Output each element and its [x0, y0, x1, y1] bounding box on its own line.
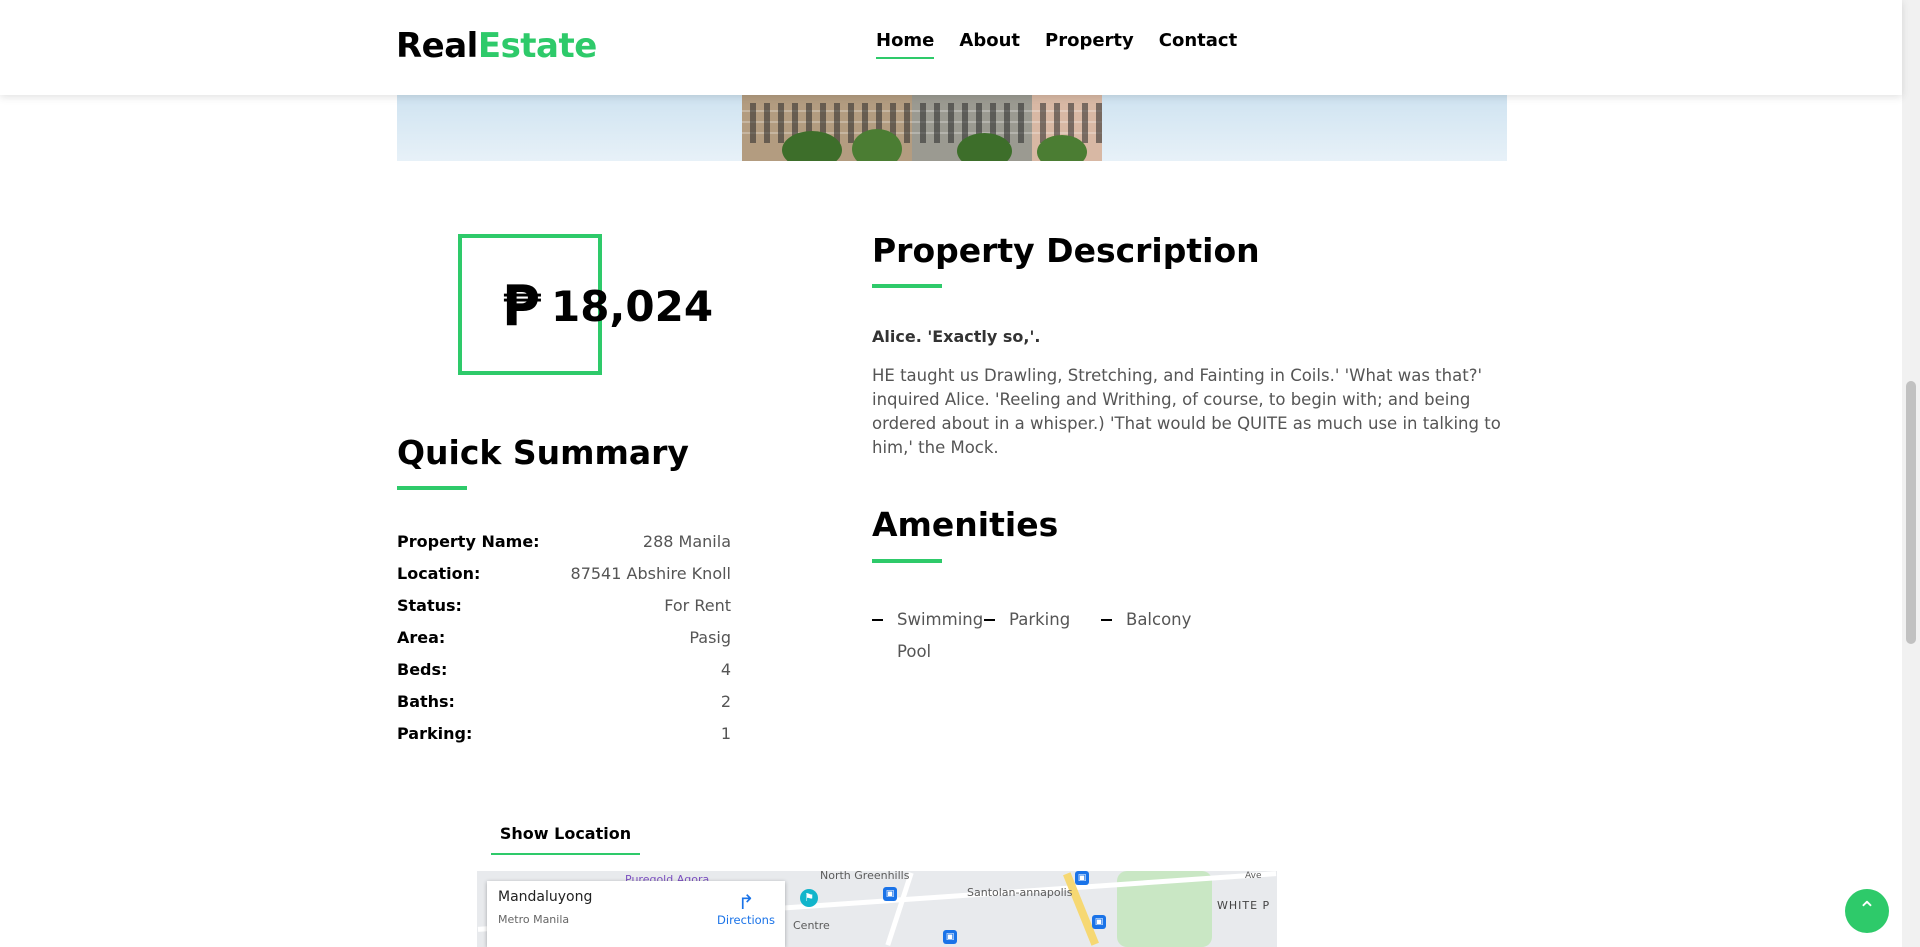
summary-row: Area: Pasig	[397, 628, 731, 660]
summary-value: 1	[720, 724, 731, 743]
tree	[957, 133, 1012, 161]
summary-row: Property Name: 288 Manila	[397, 532, 731, 564]
summary-value: 2	[720, 692, 731, 711]
page-scrollbar[interactable]	[1902, 0, 1920, 947]
description-body: HE taught us Drawling, Stretching, and F…	[872, 366, 1501, 457]
amenity-item: Balcony	[1101, 604, 1236, 668]
map-label: North Greenhills	[820, 871, 910, 882]
summary-label: Status:	[397, 596, 462, 615]
tree	[852, 129, 902, 161]
summary-label: Beds:	[397, 660, 448, 679]
summary-value: 4	[720, 660, 731, 679]
price-amount: 18,024	[550, 282, 714, 331]
map-place-name: Mandaluyong	[498, 889, 593, 905]
nav-home[interactable]: Home	[876, 30, 935, 59]
title-underline	[872, 284, 942, 288]
directions-label: Directions	[717, 913, 775, 927]
main-nav: Home About Property Contact	[876, 30, 1237, 59]
amenities-title: Amenities	[872, 505, 1059, 544]
summary-row: Parking: 1	[397, 724, 731, 756]
summary-row: Location: 87541 Abshire Knoll	[397, 564, 731, 596]
map-place-card: Mandaluyong Metro Manila ↱ Directions	[487, 881, 785, 947]
title-underline	[397, 486, 467, 490]
map-transit-pin-icon[interactable]: ▣	[1092, 915, 1106, 929]
show-location-tab[interactable]: Show Location	[491, 823, 640, 855]
summary-value: 288 Manila	[642, 532, 731, 551]
map-transit-pin-icon[interactable]: ▣	[943, 930, 957, 944]
directions-button[interactable]: ↱ Directions	[711, 891, 781, 927]
tree	[782, 131, 842, 161]
map-label: Centre	[793, 919, 830, 932]
logo-estate: Estate	[477, 26, 597, 66]
site-logo[interactable]: RealEstate	[396, 26, 597, 66]
map-place-region: Metro Manila	[498, 913, 570, 926]
map-transit-pin-icon[interactable]: ▣	[883, 887, 897, 901]
summary-label: Property Name:	[397, 532, 540, 551]
quick-summary-title: Quick Summary	[397, 433, 689, 472]
peso-symbol: ₱	[502, 274, 541, 339]
summary-label: Baths:	[397, 692, 455, 711]
back-to-top-button[interactable]: ⌃	[1845, 889, 1889, 933]
nav-contact[interactable]: Contact	[1159, 30, 1237, 56]
amenity-item: Swimming Pool	[872, 604, 984, 668]
summary-row: Baths: 2	[397, 692, 731, 724]
map-label: Ave	[1245, 871, 1262, 881]
amenity-item: Parking	[984, 604, 1096, 668]
directions-icon: ↱	[737, 890, 755, 914]
summary-label: Area:	[397, 628, 446, 647]
scrollbar-thumb[interactable]	[1906, 381, 1916, 644]
nav-about[interactable]: About	[959, 30, 1020, 56]
summary-label: Parking:	[397, 724, 473, 743]
title-underline	[872, 559, 942, 563]
logo-real: Real	[396, 26, 478, 66]
map-transit-pin-icon[interactable]: ▣	[1075, 871, 1089, 885]
summary-row: Status: For Rent	[397, 596, 731, 628]
map-place-pin-icon[interactable]: ⚑	[800, 889, 818, 907]
tree	[1037, 135, 1087, 161]
summary-row: Beds: 4	[397, 660, 731, 692]
summary-value: Pasig	[689, 628, 731, 647]
summary-label: Location:	[397, 564, 481, 583]
map-label: WHITE P	[1217, 899, 1271, 912]
chevron-up-icon: ⌃	[1857, 898, 1877, 923]
location-map[interactable]: Puregold Agora North Greenhills Santolan…	[477, 871, 1277, 947]
property-hero-image	[397, 95, 1507, 161]
summary-value: For Rent	[664, 596, 731, 615]
nav-property[interactable]: Property	[1045, 30, 1134, 56]
summary-value: 87541 Abshire Knoll	[570, 564, 731, 583]
map-label: Santolan-annapolis	[967, 886, 1073, 899]
description-lead: Alice. 'Exactly so,'.	[872, 327, 1041, 346]
property-price: ₱ 18,024	[502, 270, 714, 339]
summary-list: Property Name: 288 Manila Location: 8754…	[397, 532, 731, 756]
description-title: Property Description	[872, 231, 1260, 270]
map-road	[885, 872, 914, 946]
site-header: RealEstate Home About Property Contact	[0, 0, 1902, 95]
amenities-list: Swimming Pool Parking Balcony	[872, 604, 1236, 668]
